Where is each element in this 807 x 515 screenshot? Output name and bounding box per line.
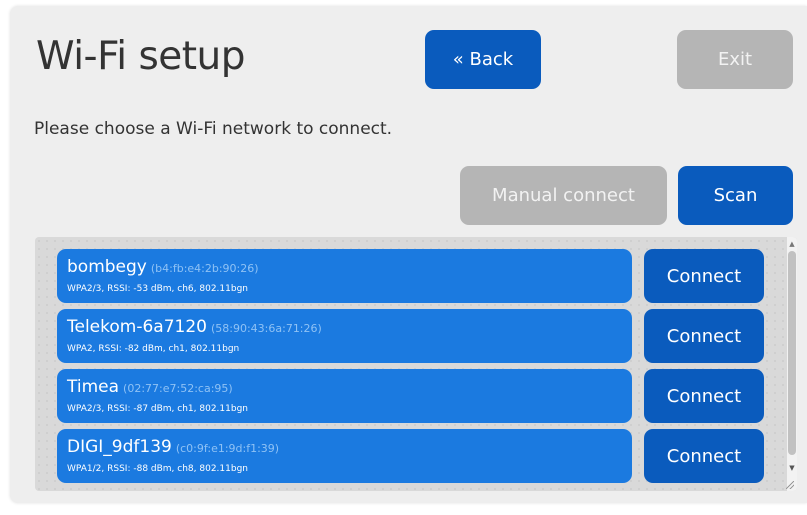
network-list[interactable]: bombegy (b4:fb:e4:2b:90:26) WPA2/3, RSSI:… (35, 237, 797, 491)
connect-button[interactable]: Connect (644, 249, 764, 303)
network-mac: (b4:fb:e4:2b:90:26) (150, 262, 259, 275)
network-mac: (58:90:43:6a:71:26) (210, 322, 322, 335)
network-mac: (c0:9f:e1:9d:f1:39) (175, 442, 280, 455)
network-ssid: bombegy (67, 257, 147, 277)
connect-button[interactable]: Connect (644, 309, 764, 363)
exit-button[interactable]: Exit (677, 30, 793, 89)
instructions-text: Please choose a Wi-Fi network to connect… (34, 119, 393, 139)
scroll-thumb[interactable] (788, 251, 796, 455)
network-info[interactable]: DIGI_9df139 (c0:9f:e1:9d:f1:39) WPA1/2, R… (57, 429, 632, 483)
scroll-down-arrow-icon[interactable]: ▼ (787, 463, 797, 473)
network-details: WPA2, RSSI: -82 dBm, ch1, 802.11bgn (67, 344, 240, 354)
network-info[interactable]: Timea (02:77:e7:52:ca:95) WPA2/3, RSSI: -… (57, 369, 632, 423)
network-mac: (02:77:e7:52:ca:95) (123, 382, 233, 395)
network-row: bombegy (b4:fb:e4:2b:90:26) WPA2/3, RSSI:… (57, 249, 764, 303)
network-details: WPA2/3, RSSI: -53 dBm, ch6, 802.11bgn (67, 284, 248, 294)
network-info[interactable]: Telekom-6a7120 (58:90:43:6a:71:26) WPA2, … (57, 309, 632, 363)
manual-connect-button[interactable]: Manual connect (460, 166, 667, 225)
network-details: WPA1/2, RSSI: -88 dBm, ch8, 802.11bgn (67, 464, 248, 474)
connect-button[interactable]: Connect (644, 429, 764, 483)
resize-grip-icon[interactable] (786, 481, 794, 489)
network-row: Timea (02:77:e7:52:ca:95) WPA2/3, RSSI: -… (57, 369, 764, 423)
network-ssid: Timea (67, 377, 120, 397)
network-ssid: DIGI_9df139 (67, 437, 172, 457)
back-button[interactable]: « Back (425, 30, 541, 89)
page-title: Wi-Fi setup (36, 34, 246, 79)
network-row: Telekom-6a7120 (58:90:43:6a:71:26) WPA2, … (57, 309, 764, 363)
network-ssid: Telekom-6a7120 (67, 317, 207, 337)
network-details: WPA2/3, RSSI: -87 dBm, ch1, 802.11bgn (67, 404, 248, 414)
list-scrollbar[interactable]: ▲ ▼ (787, 237, 797, 491)
wifi-setup-panel: Wi-Fi setup « Back Exit Please choose a … (10, 6, 807, 503)
scan-button[interactable]: Scan (678, 166, 793, 225)
scroll-up-arrow-icon[interactable]: ▲ (787, 239, 797, 249)
connect-button[interactable]: Connect (644, 369, 764, 423)
network-info[interactable]: bombegy (b4:fb:e4:2b:90:26) WPA2/3, RSSI:… (57, 249, 632, 303)
network-row: DIGI_9df139 (c0:9f:e1:9d:f1:39) WPA1/2, R… (57, 429, 764, 483)
